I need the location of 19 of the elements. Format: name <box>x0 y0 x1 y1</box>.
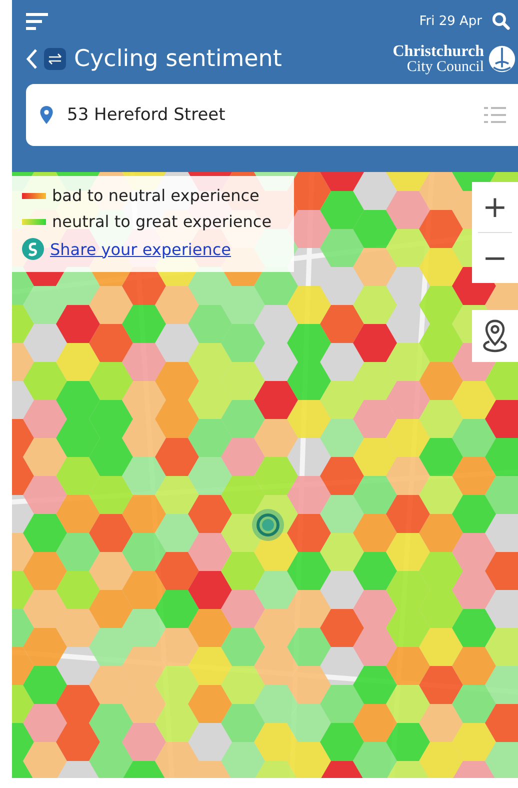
address-field[interactable]: 53 Hereford Street <box>26 84 518 146</box>
council-name: City Council <box>406 60 484 74</box>
location-marker-icon <box>250 507 286 543</box>
share-logo-icon <box>22 238 44 260</box>
page-title: Cycling sentiment <box>74 46 282 72</box>
location-pin-icon <box>40 106 53 124</box>
address-value: 53 Hereford Street <box>67 105 226 125</box>
swap-arrows-icon <box>44 48 66 70</box>
share-experience-link[interactable]: Share your experience <box>50 240 231 258</box>
locate-button[interactable] <box>472 310 518 362</box>
gradient-swatch <box>22 192 46 198</box>
back-chevron-icon[interactable] <box>26 48 38 70</box>
legend-label: bad to neutral experience <box>52 186 260 205</box>
search-icon[interactable] <box>492 12 510 30</box>
gradient-swatch <box>22 218 46 224</box>
menu-icon[interactable] <box>26 11 50 31</box>
date-label: Fri 29 Apr <box>419 14 482 28</box>
council-name: Christchurch <box>392 44 484 60</box>
legend-label: neutral to great experience <box>52 212 272 231</box>
